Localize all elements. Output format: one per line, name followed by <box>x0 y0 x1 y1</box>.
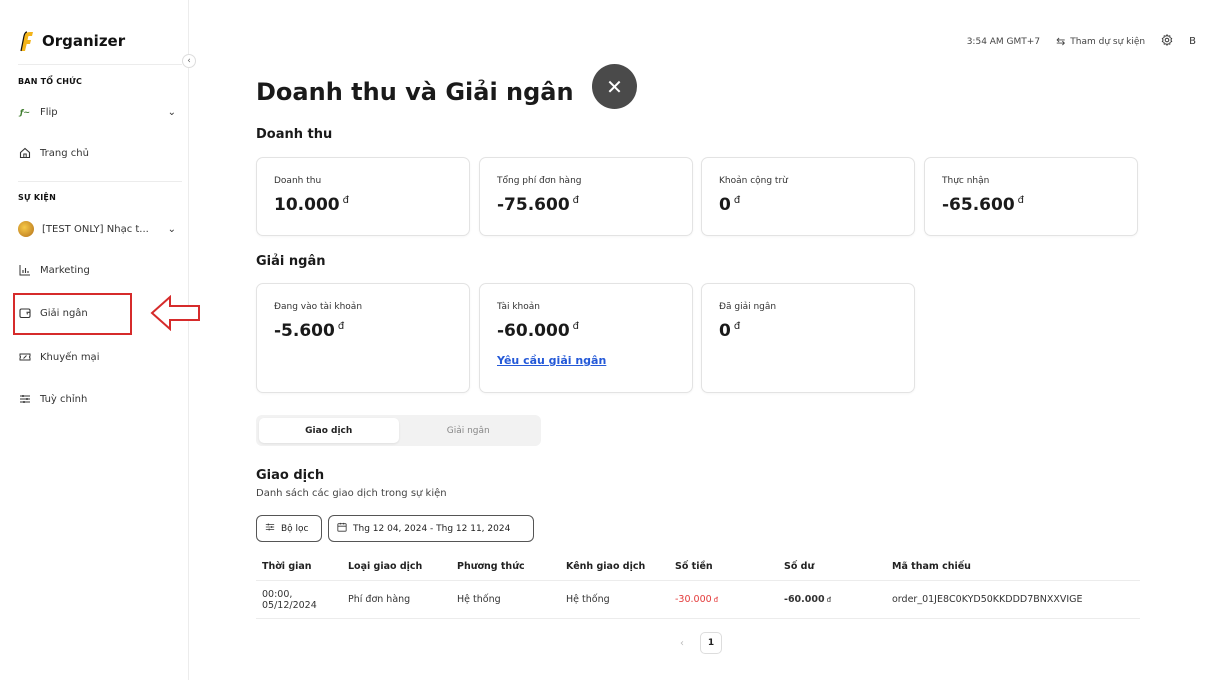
net-received-card: Thực nhận -65.600 đ <box>924 157 1138 236</box>
sidebar-item-home[interactable]: Trang chủ <box>18 142 176 164</box>
sidebar-item-label: Khuyến mại <box>40 351 100 363</box>
cell-reference: order_01JE8C0KYD50KKDDD7BNXXVIGE <box>892 594 1083 605</box>
chevron-left-icon[interactable]: ‹ <box>672 638 692 649</box>
card-value: 0đ <box>719 195 741 215</box>
table-row: 00:00, 05/12/2024 Phí đơn hàng Hệ thống … <box>256 581 1140 619</box>
highlight-box <box>13 293 132 335</box>
org-selector[interactable]: ƒ~ Flip ⌄ <box>18 101 176 123</box>
account-card: Tài khoản -60.000 đ Yêu cầu giải ngân <box>479 283 693 393</box>
sidebar-item-label: Trang chủ <box>40 147 89 159</box>
column-header: Số tiền <box>675 560 713 572</box>
date-range-text: Thg 12 04, 2024 - Thg 12 11, 2024 <box>353 523 511 534</box>
tab-payouts[interactable]: Giải ngân <box>399 418 539 443</box>
column-header: Kênh giao dịch <box>566 560 646 572</box>
card-label: Đang vào tài khoản <box>274 302 363 312</box>
column-header: Mã tham chiếu <box>892 560 971 572</box>
request-payout-link[interactable]: Yêu cầu giải ngân <box>497 354 606 367</box>
sidebar: Organizer ‹ BAN TỔ CHỨC ƒ~ Flip ⌄ Trang … <box>0 0 196 680</box>
collapse-sidebar-button[interactable]: ‹ <box>182 54 196 68</box>
filter-label: Bộ lọc <box>281 523 309 534</box>
org-section-label: BAN TỔ CHỨC <box>18 77 83 86</box>
card-label: Đã giải ngân <box>719 302 777 312</box>
sidebar-item-marketing[interactable]: Marketing <box>18 259 176 281</box>
chart-icon <box>18 263 32 277</box>
attend-label: Tham dự sự kiện <box>1070 36 1146 47</box>
column-header: Thời gian <box>262 560 312 572</box>
transactions-table: Thời gian Loại giao dịch Phương thức Kên… <box>256 552 1140 619</box>
cell-amount: -30.000 đ <box>675 594 719 605</box>
card-label: Khoản cộng trừ <box>719 176 788 186</box>
sliders-icon <box>18 392 32 406</box>
cell-channel: Hệ thống <box>566 594 610 605</box>
card-label: Doanh thu <box>274 176 322 186</box>
topbar: 3:54 AM GMT+7 ⇆ Tham dự sự kiện B <box>967 34 1196 49</box>
swap-icon: ⇆ <box>1056 35 1066 48</box>
event-avatar <box>18 221 34 237</box>
revenue-heading: Doanh thu <box>256 127 333 142</box>
revenue-card: Doanh thu 10.000 đ <box>256 157 470 236</box>
sidebar-item-promotions[interactable]: Khuyến mại <box>18 346 176 368</box>
table-header: Thời gian Loại giao dịch Phương thức Kên… <box>256 552 1140 581</box>
total-fee-card: Tổng phí đơn hàng -75.600 đ <box>479 157 693 236</box>
filter-button[interactable]: Bộ lọc <box>256 515 322 542</box>
card-value: 10.000 đ <box>274 195 349 215</box>
column-header: Phương thức <box>457 560 525 572</box>
sidebar-item-label: Marketing <box>40 264 90 276</box>
card-value: -75.600 đ <box>497 195 580 215</box>
tab-transactions[interactable]: Giao dịch <box>259 418 399 443</box>
page-title: Doanh thu và Giải ngân <box>256 78 574 106</box>
event-section-label: SỰ KIỆN <box>18 193 56 202</box>
ticket-icon <box>18 350 32 364</box>
event-name: [TEST ONLY] Nhạc t... <box>42 223 149 235</box>
card-label: Tài khoản <box>497 302 540 312</box>
app-logo[interactable]: Organizer <box>18 30 125 52</box>
card-value: -60.000 đ <box>497 321 580 341</box>
divider <box>18 64 182 65</box>
column-header: Số dư <box>784 560 815 572</box>
calendar-icon <box>337 522 347 535</box>
page-number[interactable]: 1 <box>700 632 722 654</box>
transactions-subtitle: Danh sách các giao dịch trong sự kiện <box>256 488 447 499</box>
transactions-heading: Giao dịch <box>256 468 325 483</box>
card-label: Thực nhận <box>942 176 990 186</box>
flip-logo-icon: ƒ~ <box>19 107 31 117</box>
cell-time: 00:00, 05/12/2024 <box>262 588 317 611</box>
sliders-icon <box>265 522 275 535</box>
event-selector[interactable]: [TEST ONLY] Nhạc t... ⌄ <box>18 218 176 240</box>
gear-icon[interactable] <box>1161 34 1173 49</box>
organizer-logo-icon <box>20 31 33 52</box>
date-range-picker[interactable]: Thg 12 04, 2024 - Thg 12 11, 2024 <box>328 515 534 542</box>
card-value: -5.600 đ <box>274 321 345 341</box>
attend-event-link[interactable]: ⇆ Tham dự sự kiện <box>1056 35 1145 48</box>
close-icon: ✕ <box>606 74 623 99</box>
home-icon <box>18 146 32 160</box>
card-label: Tổng phí đơn hàng <box>497 176 582 186</box>
arrow-left-icon <box>150 295 200 331</box>
sidebar-item-label: Tuỳ chỉnh <box>40 393 88 405</box>
user-avatar[interactable]: B <box>1189 36 1196 47</box>
close-button[interactable]: ✕ <box>592 64 637 109</box>
chevron-left-icon: ‹ <box>187 56 191 66</box>
chevron-down-icon: ⌄ <box>167 106 176 118</box>
cell-balance: -60.000 đ <box>784 594 832 605</box>
cell-method: Hệ thống <box>457 594 501 605</box>
adjustment-card: Khoản cộng trừ 0đ <box>701 157 915 236</box>
card-value: 0đ <box>719 321 741 341</box>
column-header: Loại giao dịch <box>348 560 423 572</box>
app-name: Organizer <box>42 32 126 50</box>
clock-text: 3:54 AM GMT+7 <box>966 36 1041 47</box>
card-value: -65.600 đ <box>942 195 1025 215</box>
payout-heading: Giải ngân <box>256 254 326 269</box>
pending-card: Đang vào tài khoản -5.600 đ <box>256 283 470 393</box>
chevron-down-icon: ⌄ <box>167 223 176 235</box>
sidebar-item-settings[interactable]: Tuỳ chỉnh <box>18 388 176 410</box>
paid-out-card: Đã giải ngân 0đ <box>701 283 915 393</box>
org-name: Flip <box>40 106 58 118</box>
divider <box>18 181 182 182</box>
cell-type: Phí đơn hàng <box>348 594 411 605</box>
view-toggle: Giao dịch Giải ngân <box>256 415 541 446</box>
pagination: ‹ 1 <box>672 632 722 654</box>
